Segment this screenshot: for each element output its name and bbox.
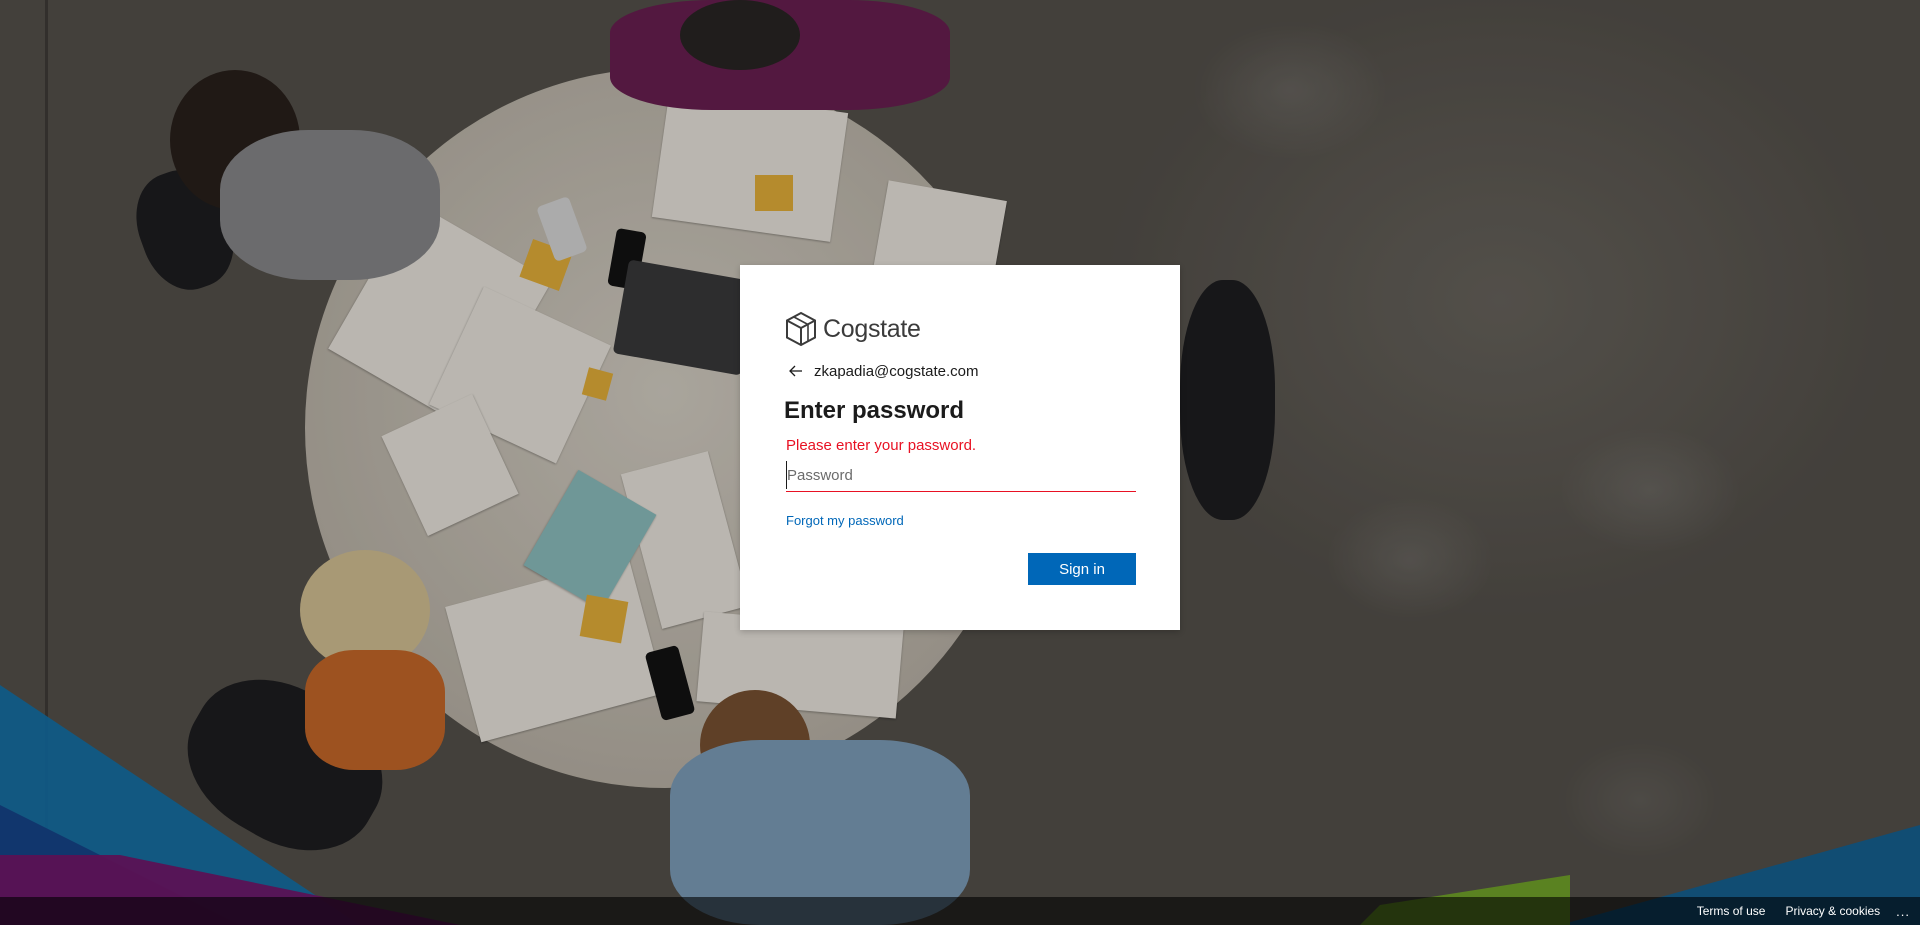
- password-input[interactable]: [786, 461, 1137, 489]
- page-footer: Terms of use Privacy & cookies ...: [0, 897, 1920, 925]
- cube-icon: [786, 311, 816, 347]
- corner-decoration-left: [0, 685, 460, 925]
- brand-name: Cogstate: [823, 314, 921, 343]
- footer-links: Terms of use Privacy & cookies ...: [1677, 897, 1910, 925]
- privacy-cookies-link[interactable]: Privacy & cookies: [1785, 904, 1880, 918]
- terms-of-use-link[interactable]: Terms of use: [1697, 904, 1766, 918]
- more-options-button[interactable]: ...: [1896, 904, 1910, 919]
- back-arrow-icon[interactable]: [788, 363, 804, 379]
- sign-in-card: Cogstate zkapadia@cogstate.com Enter pas…: [740, 265, 1180, 630]
- account-email: zkapadia@cogstate.com: [814, 362, 979, 380]
- page-title: Enter password: [784, 397, 965, 424]
- password-field-wrapper: [786, 461, 1137, 492]
- identity-banner[interactable]: zkapadia@cogstate.com: [784, 359, 1136, 383]
- sign-in-button[interactable]: Sign in: [1028, 553, 1136, 585]
- sign-in-page: Cogstate zkapadia@cogstate.com Enter pas…: [0, 0, 1920, 925]
- password-error-message: Please enter your password.: [786, 437, 977, 454]
- brand-logo: Cogstate: [784, 309, 1136, 349]
- forgot-password-link[interactable]: Forgot my password: [786, 513, 904, 528]
